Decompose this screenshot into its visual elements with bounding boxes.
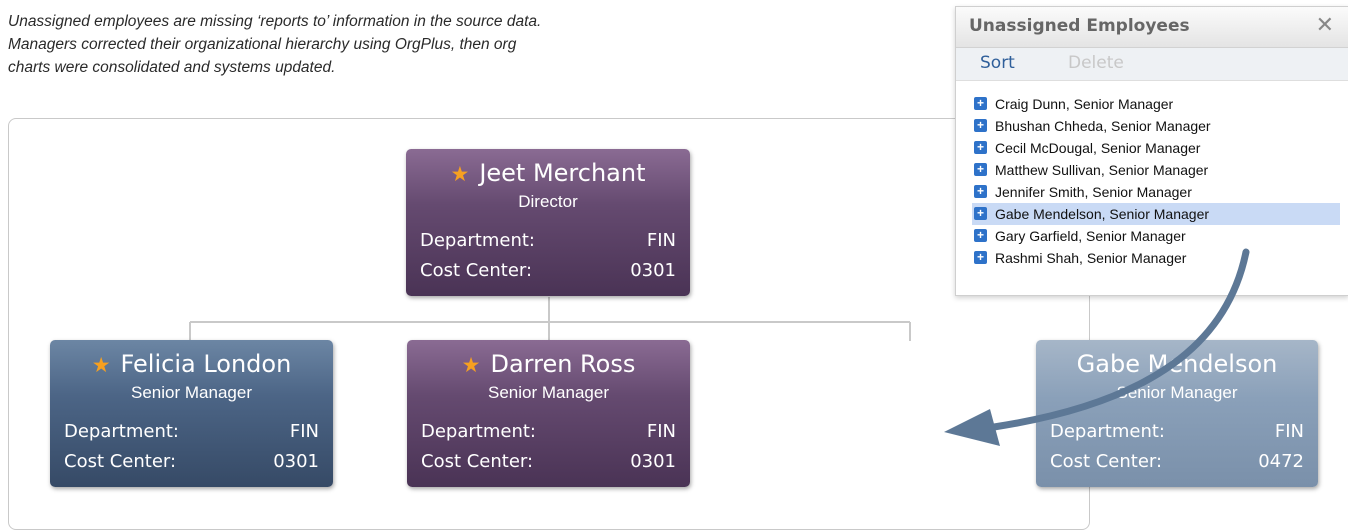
card-cost-center-row: Cost Center: 0301: [64, 451, 319, 472]
list-item[interactable]: + Matthew Sullivan, Senior Manager: [972, 159, 1340, 181]
caption-line-1: Unassigned employees are missing ‘report…: [8, 13, 542, 30]
card-title: Senior Manager: [131, 383, 252, 402]
list-item-label: Gary Garfield, Senior Manager: [995, 228, 1186, 244]
list-item[interactable]: + Craig Dunn, Senior Manager: [972, 93, 1340, 115]
employee-card-gabe-mendelson-dragging[interactable]: Gabe Mendelson Senior Manager Department…: [1036, 340, 1318, 487]
department-label: Department:: [64, 421, 179, 442]
cost-center-label: Cost Center:: [1050, 451, 1163, 472]
card-name: Gabe Mendelson: [1076, 350, 1278, 378]
employee-card-darren-ross[interactable]: ★ Darren Ross Senior Manager Department: …: [407, 340, 690, 487]
close-icon[interactable]: ✕: [1316, 13, 1334, 38]
cost-center-value: 0301: [630, 260, 676, 281]
list-item-label: Jennifer Smith, Senior Manager: [995, 184, 1192, 200]
card-name: ★ Jeet Merchant: [406, 159, 690, 187]
department-value: FIN: [1274, 421, 1304, 442]
list-item[interactable]: + Bhushan Chheda, Senior Manager: [972, 115, 1340, 137]
unassigned-employee-list: + Craig Dunn, Senior Manager + Bhushan Chhe…: [956, 93, 1348, 269]
star-icon: ★: [450, 162, 470, 186]
card-department-row: Department: FIN: [421, 421, 676, 442]
list-item[interactable]: + Gary Garfield, Senior Manager: [972, 225, 1340, 247]
expand-plus-icon[interactable]: +: [974, 97, 987, 110]
card-name: ★ Darren Ross: [407, 350, 690, 378]
delete-button[interactable]: Delete: [1068, 53, 1124, 73]
card-name-text: Jeet Merchant: [479, 159, 646, 187]
cost-center-value: 0301: [630, 451, 676, 472]
list-item[interactable]: + Rashmi Shah, Senior Manager: [972, 247, 1340, 269]
star-icon: ★: [91, 353, 111, 377]
card-department-row: Department: FIN: [420, 230, 676, 251]
list-item[interactable]: + Gabe Mendelson, Senior Manager: [972, 203, 1340, 225]
list-item-label: Rashmi Shah, Senior Manager: [995, 250, 1187, 266]
expand-plus-icon[interactable]: +: [974, 207, 987, 220]
employee-card-jeet-merchant[interactable]: ★ Jeet Merchant Director Department: FIN …: [406, 149, 690, 296]
department-label: Department:: [421, 421, 536, 442]
list-item-label: Matthew Sullivan, Senior Manager: [995, 162, 1209, 178]
card-department-row: Department: FIN: [64, 421, 319, 442]
department-label: Department:: [420, 230, 535, 251]
department-value: FIN: [646, 230, 676, 251]
expand-plus-icon[interactable]: +: [974, 251, 987, 264]
sort-button[interactable]: Sort: [980, 53, 1015, 73]
card-cost-center-row: Cost Center: 0472: [1050, 451, 1304, 472]
department-value: FIN: [289, 421, 319, 442]
panel-title: Unassigned Employees: [969, 16, 1190, 36]
card-cost-center-row: Cost Center: 0301: [421, 451, 676, 472]
department-value: FIN: [646, 421, 676, 442]
caption: Unassigned employees are missing ‘report…: [8, 10, 688, 79]
expand-plus-icon[interactable]: +: [974, 185, 987, 198]
card-name: ★ Felicia London: [50, 350, 333, 378]
cost-center-value: 0472: [1258, 451, 1304, 472]
card-name-text: Darren Ross: [490, 350, 636, 378]
cost-center-label: Cost Center:: [420, 260, 533, 281]
list-item[interactable]: + Cecil McDougal, Senior Manager: [972, 137, 1340, 159]
list-item[interactable]: + Jennifer Smith, Senior Manager: [972, 181, 1340, 203]
list-item-label: Gabe Mendelson, Senior Manager: [995, 206, 1210, 222]
expand-plus-icon[interactable]: +: [974, 141, 987, 154]
card-title: Senior Manager: [1116, 383, 1238, 402]
cost-center-label: Cost Center:: [64, 451, 177, 472]
expand-plus-icon[interactable]: +: [974, 119, 987, 132]
cost-center-label: Cost Center:: [421, 451, 534, 472]
card-title: Senior Manager: [488, 383, 609, 402]
card-cost-center-row: Cost Center: 0301: [420, 260, 676, 281]
list-item-label: Craig Dunn, Senior Manager: [995, 96, 1174, 112]
employee-card-felicia-london[interactable]: ★ Felicia London Senior Manager Departmen…: [50, 340, 333, 487]
list-item-label: Cecil McDougal, Senior Manager: [995, 140, 1201, 156]
expand-plus-icon[interactable]: +: [974, 163, 987, 176]
caption-line-2: Managers corrected their organizational …: [8, 36, 517, 53]
card-department-row: Department: FIN: [1050, 421, 1304, 442]
panel-toolbar: Sort Delete: [956, 48, 1348, 81]
list-item-label: Bhushan Chheda, Senior Manager: [995, 118, 1211, 134]
unassigned-employees-panel: Unassigned Employees ✕ Sort Delete + Crai…: [955, 6, 1348, 296]
caption-line-3: charts were consolidated and systems upd…: [8, 59, 336, 76]
panel-header: Unassigned Employees ✕: [956, 7, 1348, 48]
cost-center-value: 0301: [273, 451, 319, 472]
department-label: Department:: [1050, 421, 1165, 442]
star-icon: ★: [461, 353, 481, 377]
card-title: Director: [518, 192, 578, 211]
expand-plus-icon[interactable]: +: [974, 229, 987, 242]
card-name-text: Felicia London: [120, 350, 292, 378]
